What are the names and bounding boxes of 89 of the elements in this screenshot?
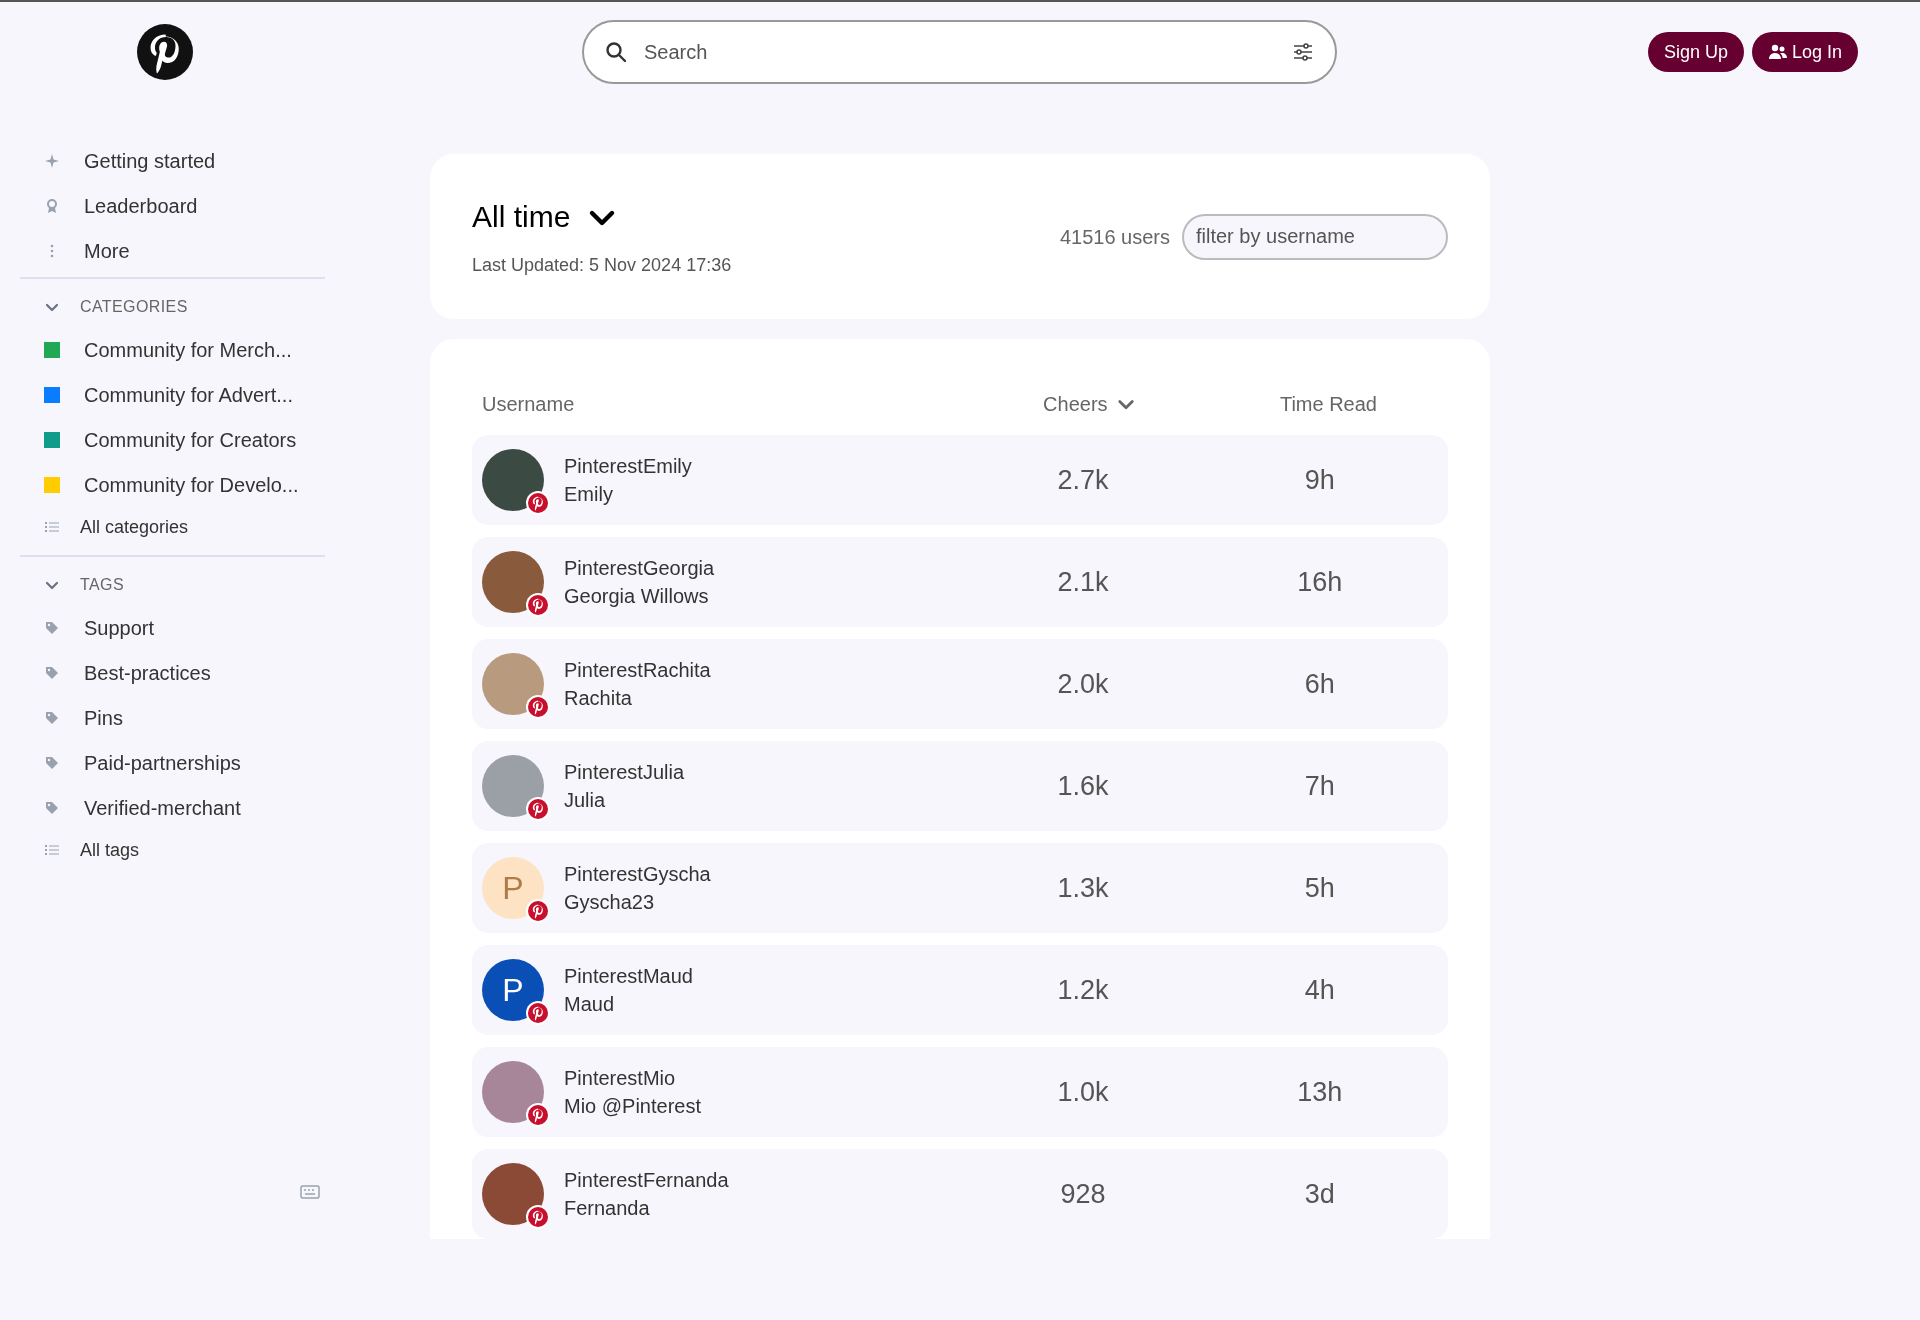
- tag-icon: [44, 709, 60, 726]
- tag-icon: [44, 754, 60, 771]
- cheers-count: 1.0k: [1056, 1075, 1110, 1109]
- cheers-count: 2.7k: [1056, 463, 1110, 497]
- time-read: 4h: [1303, 973, 1336, 1007]
- sidebar-item[interactable]: Pins: [20, 695, 325, 740]
- pinterest-badge-icon: [528, 1105, 548, 1125]
- time-read: 3d: [1303, 1177, 1336, 1211]
- sidebar-item[interactable]: Paid-partnerships: [20, 740, 325, 785]
- time-read: 5h: [1303, 871, 1336, 905]
- sidebar-item[interactable]: More: [20, 228, 325, 273]
- cheers-sort-header[interactable]: Cheers: [969, 390, 1209, 418]
- display-name: Maud: [564, 992, 616, 1017]
- username: PinterestFernanda: [564, 1168, 729, 1193]
- time-read: 7h: [1303, 769, 1336, 803]
- user-row[interactable]: PinterestEmily Emily 2.7k 9h: [472, 435, 1448, 525]
- sidebar-item[interactable]: Support: [20, 605, 325, 650]
- user-row[interactable]: PinterestJulia Julia 1.6k 7h: [472, 741, 1448, 831]
- cheers-count: 2.0k: [1056, 667, 1110, 701]
- pinterest-badge-icon: [528, 901, 548, 921]
- display-name: Rachita: [564, 686, 633, 711]
- list-icon: [44, 842, 60, 858]
- user-row[interactable]: PinterestRachita Rachita 2.0k 6h: [472, 639, 1448, 729]
- column-header: Time Read: [1278, 392, 1378, 417]
- sidebar-item[interactable]: Community for Merch...: [20, 327, 325, 372]
- display-name: Gyscha23: [564, 890, 656, 915]
- list-icon: [44, 519, 60, 535]
- time-read: 6h: [1303, 667, 1336, 701]
- tag-icon: [44, 799, 60, 816]
- username: PinterestGyscha: [564, 862, 711, 887]
- time-read: 16h: [1296, 565, 1344, 599]
- avatar: P: [482, 959, 544, 1021]
- search-field[interactable]: Search: [582, 20, 1337, 84]
- pinterest-logo: [137, 24, 193, 80]
- user-row[interactable]: PinterestFernanda Fernanda 928 3d: [472, 1149, 1448, 1239]
- period-dropdown[interactable]: All time: [472, 194, 732, 239]
- sidebar-item[interactable]: All tags: [20, 830, 325, 870]
- display-name: Mio @Pinterest: [564, 1094, 701, 1119]
- last-updated-text: Last Updated: 5 Nov 2024 17:36: [472, 254, 732, 277]
- username: PinterestGeorgia: [564, 556, 715, 581]
- cheers-count: 2.1k: [1056, 565, 1110, 599]
- cheers-count: 1.3k: [1056, 871, 1110, 905]
- display-name: Fernanda: [564, 1196, 651, 1221]
- users-icon: [1767, 42, 1788, 62]
- section-toggle[interactable]: TAGS: [20, 565, 124, 605]
- award-icon: [44, 197, 60, 214]
- pinterest-badge-icon: [528, 595, 548, 615]
- column-header: Username: [481, 392, 576, 417]
- sidebar-item[interactable]: Community for Advert...: [20, 372, 325, 417]
- sidebar-item[interactable]: Community for Develo...: [20, 462, 325, 507]
- filter-settings-icon[interactable]: [1291, 40, 1315, 64]
- username: PinterestMio: [564, 1066, 677, 1091]
- pinterest-badge-icon: [528, 1003, 548, 1023]
- filter-field[interactable]: filter by username: [1182, 213, 1448, 260]
- cheers-count: 1.6k: [1056, 769, 1110, 803]
- time-read: 13h: [1296, 1075, 1344, 1109]
- username: PinterestMaud: [564, 964, 693, 989]
- section-toggle[interactable]: CATEGORIES: [20, 287, 188, 327]
- user-row[interactable]: PinterestMio Mio @Pinterest 1.0k 13h: [472, 1047, 1448, 1137]
- pinterest-badge-icon: [528, 697, 548, 717]
- sidebar-item[interactable]: All categories: [20, 507, 325, 547]
- username: PinterestEmily: [564, 454, 692, 479]
- cheers-count: 928: [1059, 1177, 1107, 1211]
- log-in-button[interactable]: Log In: [1751, 32, 1858, 72]
- sidebar-item[interactable]: Community for Creators: [20, 417, 325, 462]
- sidebar-item[interactable]: Best-practices: [20, 650, 325, 695]
- pinterest-badge-icon: [528, 799, 548, 819]
- user-row[interactable]: PinterestGeorgia Georgia Willows 2.1k 16h: [472, 537, 1448, 627]
- avatar: P: [482, 857, 544, 919]
- cheers-count: 1.2k: [1056, 973, 1110, 1007]
- search-icon: [604, 40, 628, 64]
- user-row[interactable]: P PinterestGyscha Gyscha23 1.3k 5h: [472, 843, 1448, 933]
- tag-icon: [44, 619, 60, 636]
- username: PinterestJulia: [564, 760, 685, 785]
- display-name: Emily: [564, 482, 614, 507]
- search-input[interactable]: Search: [644, 38, 1275, 66]
- username: PinterestRachita: [564, 658, 711, 683]
- sidebar-item[interactable]: Leaderboard: [20, 183, 325, 228]
- display-name: Georgia Willows: [564, 584, 710, 609]
- tag-icon: [44, 664, 60, 681]
- display-name: Julia: [564, 788, 607, 813]
- sidebar-item[interactable]: Getting started: [20, 138, 325, 183]
- pinterest-badge-icon: [528, 493, 548, 513]
- pinterest-badge-icon: [528, 1207, 548, 1227]
- sidebar-item[interactable]: Verified-merchant: [20, 785, 325, 830]
- time-read: 9h: [1303, 463, 1336, 497]
- sign-up-button[interactable]: Sign Up: [1647, 32, 1744, 72]
- user-row[interactable]: P PinterestMaud Maud 1.2k 4h: [472, 945, 1448, 1035]
- user-count: 41516 users: [1059, 224, 1170, 250]
